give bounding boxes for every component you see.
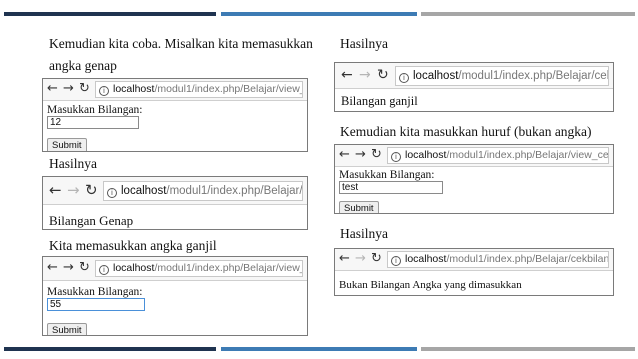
browser-window-even-result: ← → ↻ i localhost/modul1/index.php/Belaja… <box>42 176 308 230</box>
reload-icon[interactable]: ↻ <box>79 260 90 276</box>
address-bar[interactable]: ilocalhost/modul1/index.php/Belajar/cekb… <box>395 66 609 86</box>
bilangan-input[interactable]: test <box>339 181 443 194</box>
page-content: Masukkan Bilangan: 12 Submit <box>43 101 307 151</box>
hasil-caption-right-bottom: Hasilnya <box>340 226 388 241</box>
result-text: Bilangan ganjil <box>341 94 418 108</box>
address-bar[interactable]: ilocalhost/modul1/index.php/Belajar/cekb… <box>387 251 609 268</box>
page-content: Bukan Bilangan Angka yang dimasukkan <box>335 271 613 295</box>
forward-arrow-icon[interactable]: → <box>355 147 366 163</box>
browser-toolbar: ← → ↻ i localhost/modul1/index.php/Belaja… <box>335 145 613 167</box>
page-content: Bilangan ganjil <box>335 89 613 111</box>
back-arrow-icon[interactable]: ← <box>339 147 350 163</box>
top-accent-bar-dark <box>4 12 216 16</box>
reload-icon[interactable]: ↻ <box>371 147 382 163</box>
info-icon[interactable]: i <box>99 265 109 275</box>
reload-icon[interactable]: ↻ <box>371 251 382 267</box>
forward-arrow-icon[interactable]: → <box>63 81 74 97</box>
browser-window-odd-form: ← → ↻ i localhost/modul1/index.php/Belaja… <box>42 256 308 336</box>
bottom-accent-bar-dark <box>4 347 216 351</box>
browser-window-odd-result: ← → ↻ i localhost/modul1/index.php/Belaja… <box>334 62 614 112</box>
address-bar[interactable]: ilocalhost/modul1/index.php/Belajar/cekb… <box>103 181 303 201</box>
browser-window-text-result: ← → ↻ i localhost/modul1/index.php/Belaja… <box>334 248 614 296</box>
forward-arrow-icon[interactable]: → <box>63 260 74 276</box>
reload-icon[interactable]: ↻ <box>85 182 98 198</box>
browser-toolbar: ← → ↻ i localhost/modul1/index.php/Belaja… <box>43 79 307 101</box>
bilangan-label: Masukkan Bilangan: <box>339 169 435 181</box>
forward-arrow-icon[interactable]: → <box>355 251 366 267</box>
page-content: Masukkan Bilangan: test Submit <box>335 167 613 213</box>
page-content: Bilangan Genap <box>43 205 307 229</box>
address-bar[interactable]: i localhost/modul1/index.php/Belajar/view… <box>387 147 609 164</box>
info-icon[interactable]: i <box>399 73 409 83</box>
result-text: Bukan Bilangan Angka yang dimasukkan <box>339 279 522 291</box>
back-arrow-icon[interactable]: ← <box>49 182 62 198</box>
browser-toolbar: ← → ↻ i localhost/modul1/index.php/Belaja… <box>43 177 307 205</box>
submit-button[interactable]: Submit <box>47 323 87 335</box>
result-text: Bilangan Genap <box>49 213 134 228</box>
bottom-accent-bar-gray <box>421 347 635 351</box>
hasil-caption-right-top: Hasilnya <box>340 36 388 51</box>
forward-arrow-icon[interactable]: → <box>67 182 80 198</box>
address-bar[interactable]: i localhost/modul1/index.php/Belajar/view… <box>95 81 303 98</box>
browser-window-even-form: ← → ↻ i localhost/modul1/index.php/Belaja… <box>42 78 308 152</box>
back-arrow-icon[interactable]: ← <box>47 260 58 276</box>
browser-window-text-form: ← → ↻ i localhost/modul1/index.php/Belaja… <box>334 144 614 214</box>
bottom-accent-bar-blue <box>221 347 417 351</box>
info-icon[interactable]: i <box>391 256 401 266</box>
back-arrow-icon[interactable]: ← <box>47 81 58 97</box>
submit-button[interactable]: Submit <box>339 201 379 213</box>
info-icon[interactable]: i <box>391 152 401 162</box>
back-arrow-icon[interactable]: ← <box>341 67 353 83</box>
intro-caption-line2: angka genap <box>49 58 117 73</box>
browser-toolbar: ← → ↻ i localhost/modul1/index.php/Belaja… <box>335 249 613 271</box>
reload-icon[interactable]: ↻ <box>79 81 90 97</box>
reload-icon[interactable]: ↻ <box>377 67 389 83</box>
bilangan-label: Masukkan Bilangan: <box>47 104 143 116</box>
info-icon[interactable]: i <box>107 188 117 198</box>
bilangan-label: Masukkan Bilangan: <box>47 286 143 298</box>
ganjil-intro-caption: Kita memasukkan angka ganjil <box>49 238 217 253</box>
back-arrow-icon[interactable]: ← <box>339 251 350 267</box>
address-bar[interactable]: i localhost/modul1/index.php/Belajar/view… <box>95 260 303 277</box>
huruf-intro-caption: Kemudian kita masukkan huruf (bukan angk… <box>340 124 592 139</box>
intro-caption-line1: Kemudian kita coba. Misalkan kita memasu… <box>49 36 313 51</box>
top-accent-bar-gray <box>421 12 635 16</box>
hasil-caption-left: Hasilnya <box>49 156 97 171</box>
bilangan-input[interactable]: 55 <box>47 298 145 311</box>
forward-arrow-icon[interactable]: → <box>359 67 371 83</box>
browser-toolbar: ← → ↻ i localhost/modul1/index.php/Belaja… <box>43 257 307 281</box>
page-content: Masukkan Bilangan: 55 Submit <box>43 281 307 335</box>
browser-toolbar: ← → ↻ i localhost/modul1/index.php/Belaja… <box>335 63 613 89</box>
submit-button[interactable]: Submit <box>47 138 87 151</box>
top-accent-bar-blue <box>221 12 417 16</box>
bilangan-input[interactable]: 12 <box>47 116 139 129</box>
info-icon[interactable]: i <box>99 86 109 96</box>
